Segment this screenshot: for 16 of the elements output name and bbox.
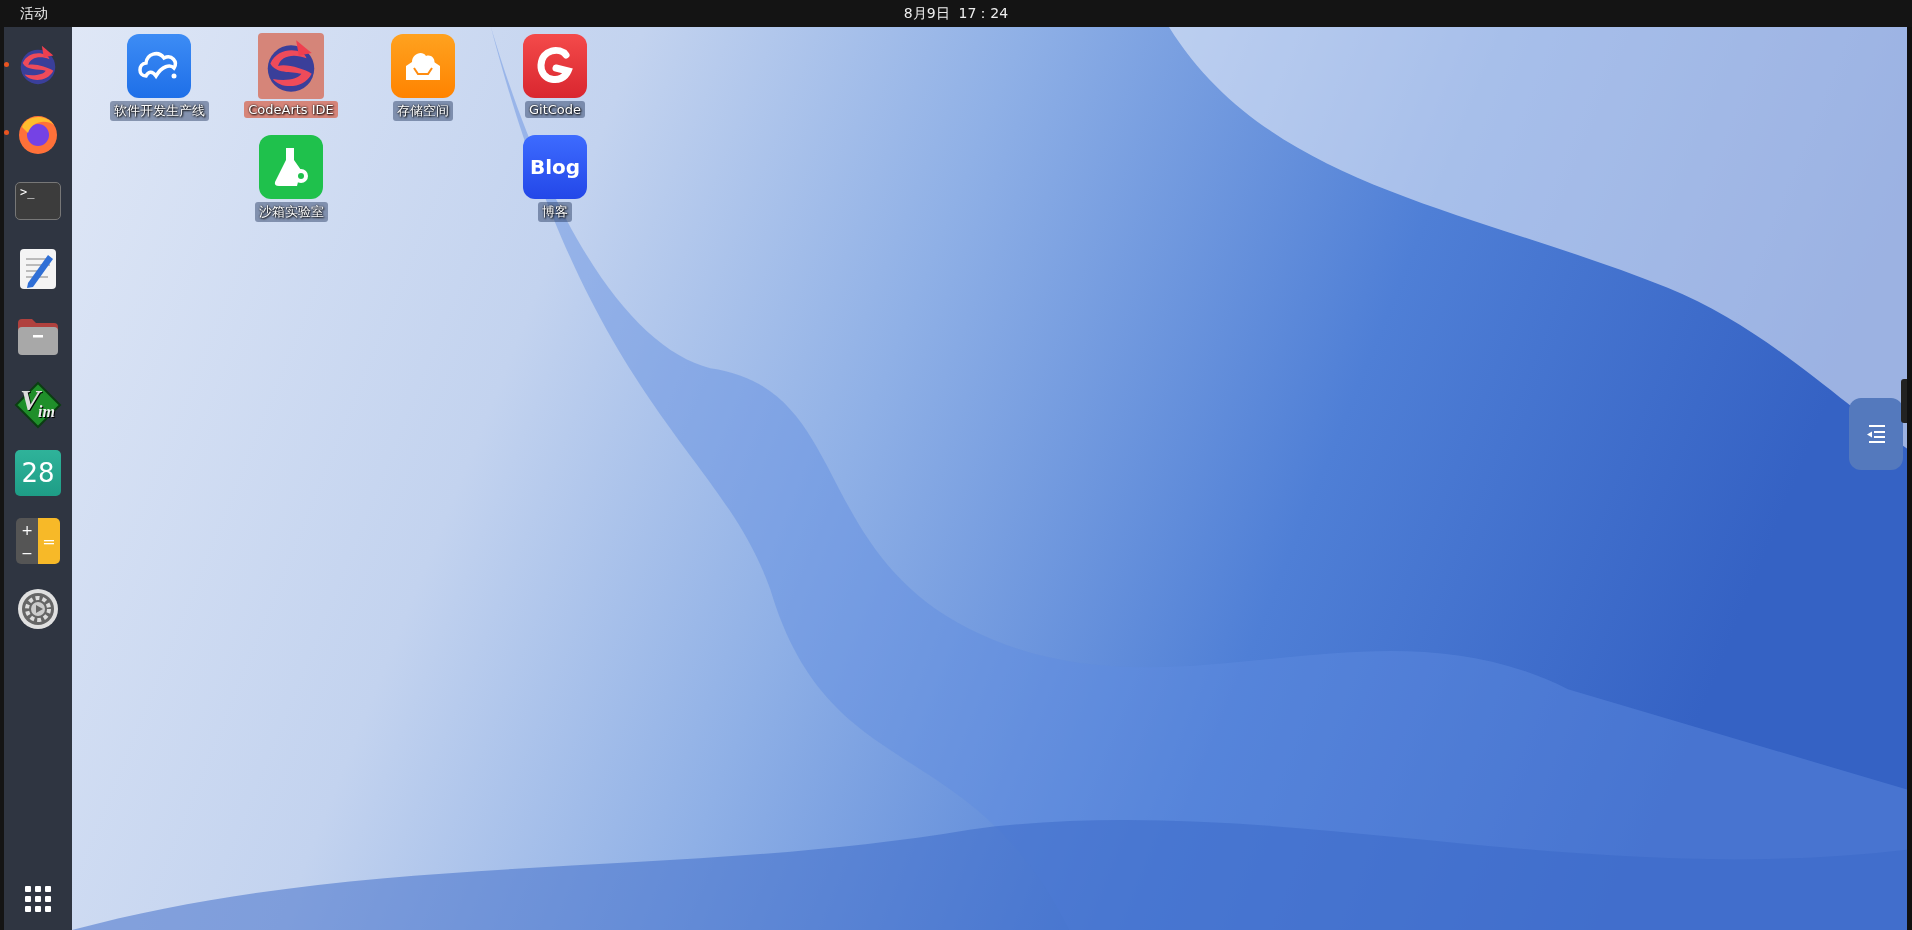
flask-gear-icon xyxy=(259,135,323,199)
folder-icon[interactable] xyxy=(16,317,60,357)
terminal-icon[interactable]: >_ xyxy=(15,182,61,220)
notepad-pencil-icon[interactable] xyxy=(18,247,58,291)
clock[interactable]: 8月9日 17：24 xyxy=(903,4,1009,23)
calendar-icon[interactable]: 28 xyxy=(15,450,61,496)
blog-logo-icon: Blog xyxy=(523,135,587,199)
activities-button[interactable]: 活动 xyxy=(20,4,48,23)
edge-handle[interactable] xyxy=(1901,379,1907,423)
list-indent-icon xyxy=(1865,423,1887,445)
side-panel-button[interactable] xyxy=(1849,398,1903,470)
g-logo-icon xyxy=(523,34,587,98)
app-grid-icon[interactable] xyxy=(25,886,51,912)
inbox-cloud-icon xyxy=(391,34,455,98)
cloud-icon xyxy=(127,34,191,98)
gear-play-icon[interactable] xyxy=(16,587,60,631)
